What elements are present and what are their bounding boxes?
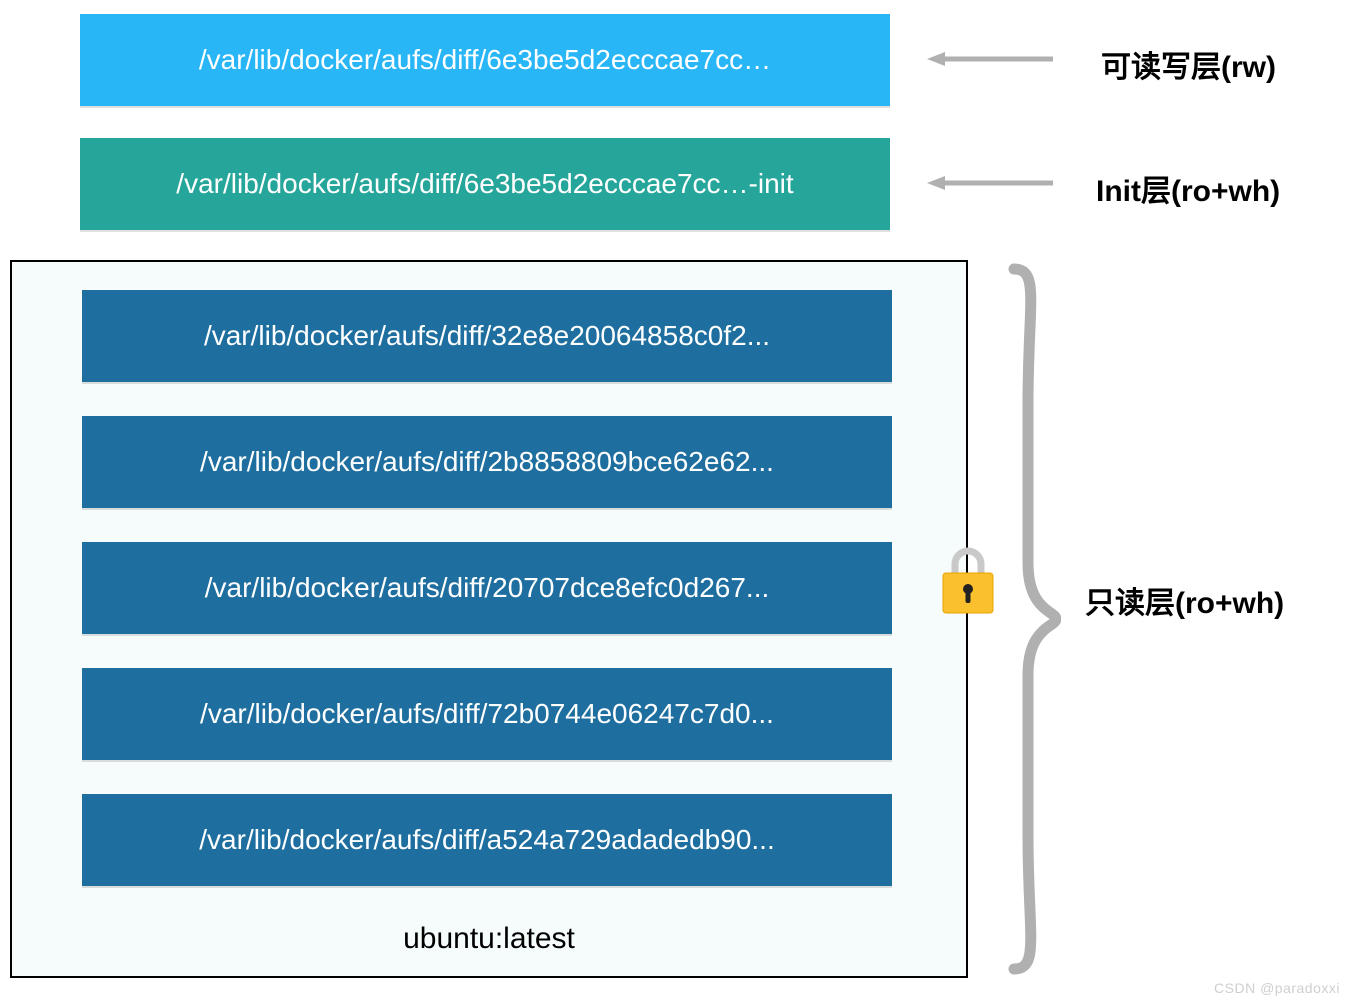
- image-caption: ubuntu:latest: [12, 922, 966, 956]
- ro-layer-box: /var/lib/docker/aufs/diff/72b0744e06247c…: [82, 668, 892, 760]
- arrow-icon: [925, 49, 1055, 69]
- rw-layer-box: /var/lib/docker/aufs/diff/6e3be5d2ecccae…: [80, 14, 890, 106]
- init-layer-box: /var/lib/docker/aufs/diff/6e3be5d2ecccae…: [80, 138, 890, 230]
- ro-layer-box: /var/lib/docker/aufs/diff/20707dce8efc0d…: [82, 542, 892, 634]
- ro-layer-text: /var/lib/docker/aufs/diff/2b8858809bce62…: [200, 446, 774, 478]
- ro-layer-label: 只读层(ro+wh): [1085, 578, 1284, 622]
- ro-layer-text: /var/lib/docker/aufs/diff/72b0744e06247c…: [200, 698, 774, 730]
- rw-layer-label: 可读写层(rw): [1101, 42, 1276, 86]
- ro-layer-text: /var/lib/docker/aufs/diff/32e8e20064858c…: [204, 320, 770, 352]
- ro-layer-box: /var/lib/docker/aufs/diff/2b8858809bce62…: [82, 416, 892, 508]
- readonly-container: /var/lib/docker/aufs/diff/32e8e20064858c…: [10, 260, 968, 978]
- watermark-text: CSDN @paradoxxi: [1214, 980, 1340, 996]
- ro-layer-text: /var/lib/docker/aufs/diff/a524a729adaded…: [199, 824, 774, 856]
- ro-layer-text: /var/lib/docker/aufs/diff/20707dce8efc0d…: [205, 572, 770, 604]
- init-layer-text: /var/lib/docker/aufs/diff/6e3be5d2ecccae…: [176, 168, 793, 200]
- arrow-icon: [925, 173, 1055, 193]
- brace-icon: [1006, 263, 1061, 975]
- lock-icon: [939, 545, 997, 615]
- ro-layer-box: /var/lib/docker/aufs/diff/a524a729adaded…: [82, 794, 892, 886]
- rw-layer-text: /var/lib/docker/aufs/diff/6e3be5d2ecccae…: [199, 44, 771, 76]
- init-layer-label: Init层(ro+wh): [1096, 166, 1280, 210]
- ro-layer-box: /var/lib/docker/aufs/diff/32e8e20064858c…: [82, 290, 892, 382]
